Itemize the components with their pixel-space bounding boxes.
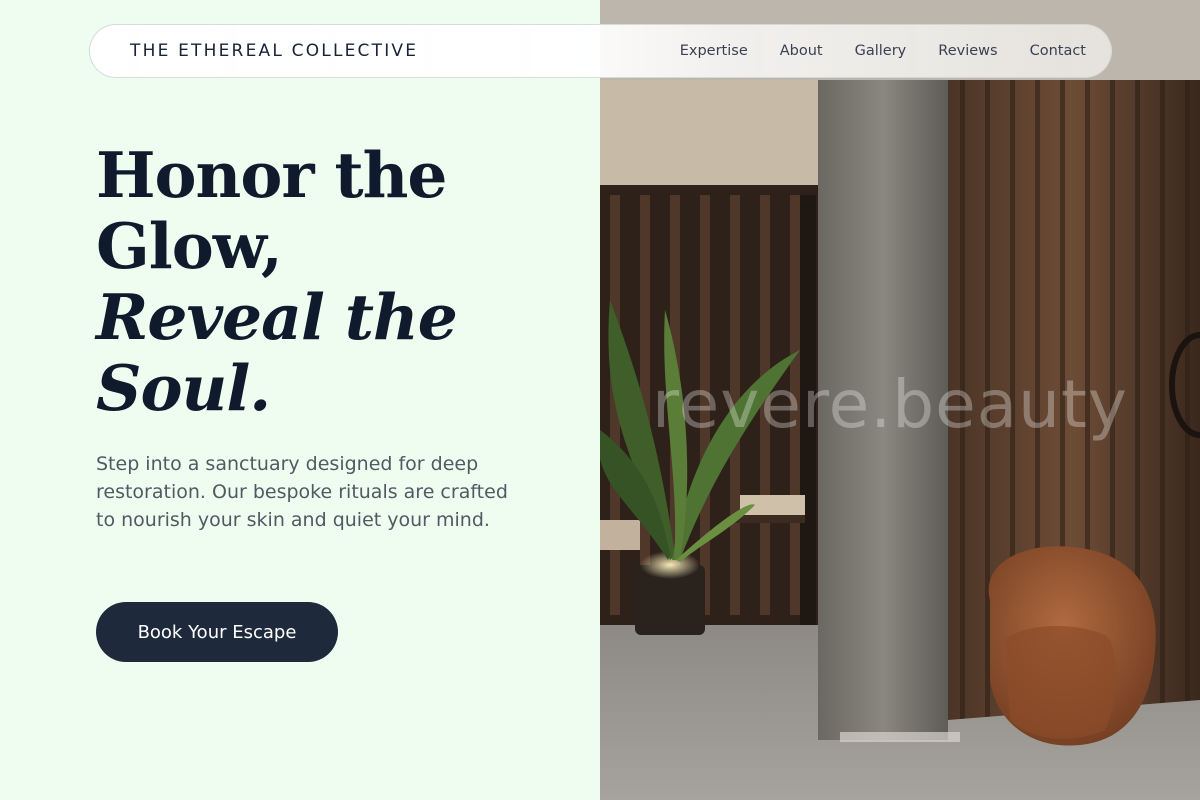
book-escape-button[interactable]: Book Your Escape — [96, 602, 338, 662]
nav-link-reviews[interactable]: Reviews — [938, 43, 997, 59]
headline-line-2: Reveal the Soul. — [96, 280, 458, 425]
spa-interior-photo: revere.beauty — [600, 0, 1200, 800]
hero-headline: Honor the Glow, Reveal the Soul. — [96, 140, 566, 424]
brand-logo-text[interactable]: THE ETHEREAL COLLECTIVE — [130, 41, 418, 61]
hero-subtitle: Step into a sanctuary designed for deep … — [96, 453, 508, 531]
photo-watermark: revere.beauty — [652, 366, 1128, 443]
nav-link-expertise[interactable]: Expertise — [680, 43, 748, 59]
headline-line-1: Honor the Glow, — [96, 138, 447, 283]
nav-link-contact[interactable]: Contact — [1030, 43, 1086, 59]
nav-link-about[interactable]: About — [780, 43, 823, 59]
hero-left-panel: Honor the Glow, Reveal the Soul. Step in… — [0, 0, 600, 800]
nav-link-gallery[interactable]: Gallery — [855, 43, 907, 59]
top-navigation: THE ETHEREAL COLLECTIVE Expertise About … — [89, 24, 1112, 78]
nav-links: Expertise About Gallery Reviews Contact — [680, 43, 1086, 59]
